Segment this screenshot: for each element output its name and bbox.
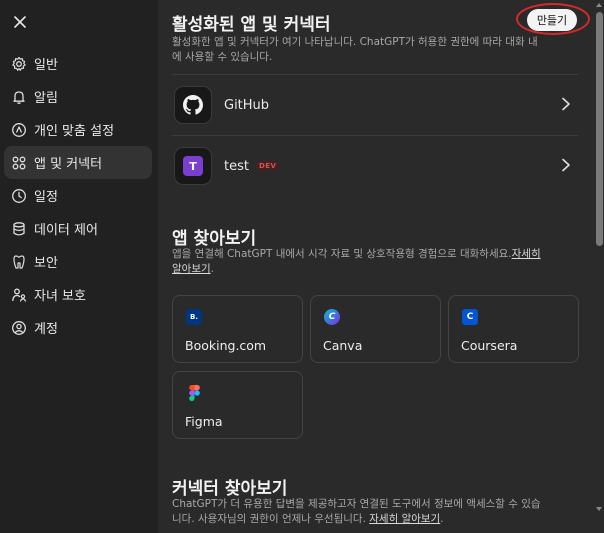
sidebar-item-label: 일반 [34, 58, 58, 73]
canva-icon: C [324, 309, 340, 325]
sidebar-item-label: 보안 [34, 256, 58, 271]
dev-badge: DEV [254, 160, 281, 172]
enabled-description-line2: 에 사용할 수 있습니다. [172, 51, 273, 63]
connector-name: GitHub [224, 97, 270, 113]
app-name: Figma [185, 414, 223, 429]
booking-icon: B. [186, 309, 202, 325]
connector-row-test[interactable]: T test DEV [172, 136, 578, 196]
explore-apps-description: 앱을 연결해 ChatGPT 내에서 시각 자료 및 상호작용형 경험으로 대화… [172, 248, 541, 275]
apps-grid-icon [10, 154, 28, 172]
sidebar-item-data-controls[interactable]: 데이터 제어 [4, 212, 152, 245]
sidebar-item-personalization[interactable]: 개인 맞춤 설정 [4, 113, 152, 146]
letter-t-icon: T [174, 147, 212, 185]
scrollbar[interactable] [594, 0, 604, 533]
sparkle-icon [10, 121, 28, 139]
explore-connectors-description-line1: ChatGPT가 더 유용한 답변을 제공하고자 연결된 도구에서 정보에 액세… [172, 498, 541, 510]
learn-more-link-continued[interactable]: 알아보기 [172, 263, 211, 275]
section-title-enabled: 활성화된 앱 및 커넥터 [172, 15, 331, 35]
close-button[interactable] [10, 12, 30, 32]
section-title-explore-apps: 앱 찾아보기 [172, 229, 257, 249]
sidebar-item-account[interactable]: 계정 [4, 311, 152, 344]
sidebar-item-notifications[interactable]: 알림 [4, 80, 152, 113]
explore-apps-description-text: 앱을 연결해 ChatGPT 내에서 시각 자료 및 상호작용형 경험으로 대화… [172, 248, 512, 260]
apps-connectors-panel: 활성화된 앱 및 커넥터 만들기 활성화한 앱 및 커넥터가 여기 나타납니다.… [158, 0, 604, 533]
clock-icon [10, 187, 28, 205]
create-button[interactable]: 만들기 [527, 9, 577, 31]
learn-more-link[interactable]: 자세히 알아보기 [369, 513, 440, 525]
sidebar-item-label: 일정 [34, 190, 58, 205]
database-icon [10, 220, 28, 238]
sidebar-item-parental-controls[interactable]: 자녀 보호 [4, 278, 152, 311]
gear-icon [10, 55, 28, 73]
chevron-right-icon [562, 97, 570, 111]
coursera-icon: C [462, 309, 478, 325]
parent-child-icon [10, 286, 28, 304]
section-title-explore-connectors: 커넥터 찾아보기 [172, 479, 288, 499]
app-name: Canva [323, 338, 363, 353]
scroll-down-arrow-icon[interactable] [596, 507, 602, 511]
app-card-coursera[interactable]: C Coursera [448, 295, 579, 363]
sidebar-item-security[interactable]: 보안 [4, 245, 152, 278]
sidebar-item-label: 데이터 제어 [34, 223, 98, 238]
letter-t-glyph: T [183, 156, 203, 176]
connector-row-github[interactable]: GitHub [172, 75, 578, 135]
sidebar-item-apps-connectors[interactable]: 앱 및 커넥터 [4, 146, 152, 179]
shield-icon [10, 253, 28, 271]
figma-icon [186, 385, 202, 401]
enabled-description: 활성화한 앱 및 커넥터가 여기 나타납니다. ChatGPT가 허용한 권한에… [172, 35, 582, 65]
scroll-up-arrow-icon[interactable] [596, 3, 602, 7]
github-icon [174, 86, 212, 124]
sidebar-item-label: 앱 및 커넥터 [34, 157, 103, 172]
bell-icon [10, 88, 28, 106]
app-name: Booking.com [185, 338, 267, 353]
scrollbar-thumb[interactable] [596, 12, 603, 246]
app-card-canva[interactable]: C Canva [310, 295, 441, 363]
connector-name: test [224, 158, 249, 174]
settings-nav: 일반 알림 개인 맞춤 설정 앱 및 커넥터 일정 데이터 제어 보안 자녀 보… [4, 47, 152, 344]
settings-sidebar: 일반 알림 개인 맞춤 설정 앱 및 커넥터 일정 데이터 제어 보안 자녀 보… [0, 0, 158, 533]
sidebar-item-label: 알림 [34, 91, 58, 106]
sidebar-item-label: 자녀 보호 [34, 289, 86, 304]
app-card-booking[interactable]: B. Booking.com [172, 295, 303, 363]
learn-more-link[interactable]: 자세히 [512, 248, 541, 260]
close-icon [14, 16, 26, 28]
explore-connectors-description: ChatGPT가 더 유용한 답변을 제공하고자 연결된 도구에서 정보에 액세… [172, 497, 582, 527]
sidebar-item-label: 계정 [34, 322, 58, 337]
app-name: Coursera [461, 338, 518, 353]
app-card-figma[interactable]: Figma [172, 371, 303, 439]
enabled-description-line1: 활성화한 앱 및 커넥터가 여기 나타납니다. ChatGPT가 허용한 권한에… [172, 36, 538, 48]
user-circle-icon [10, 319, 28, 337]
sidebar-item-general[interactable]: 일반 [4, 47, 152, 80]
sidebar-item-schedule[interactable]: 일정 [4, 179, 152, 212]
explore-connectors-description-line2: 니다. 사용자님의 권한이 언제나 우선됩니다. [172, 513, 366, 525]
chevron-right-icon [562, 158, 570, 172]
sidebar-item-label: 개인 맞춤 설정 [34, 124, 115, 139]
